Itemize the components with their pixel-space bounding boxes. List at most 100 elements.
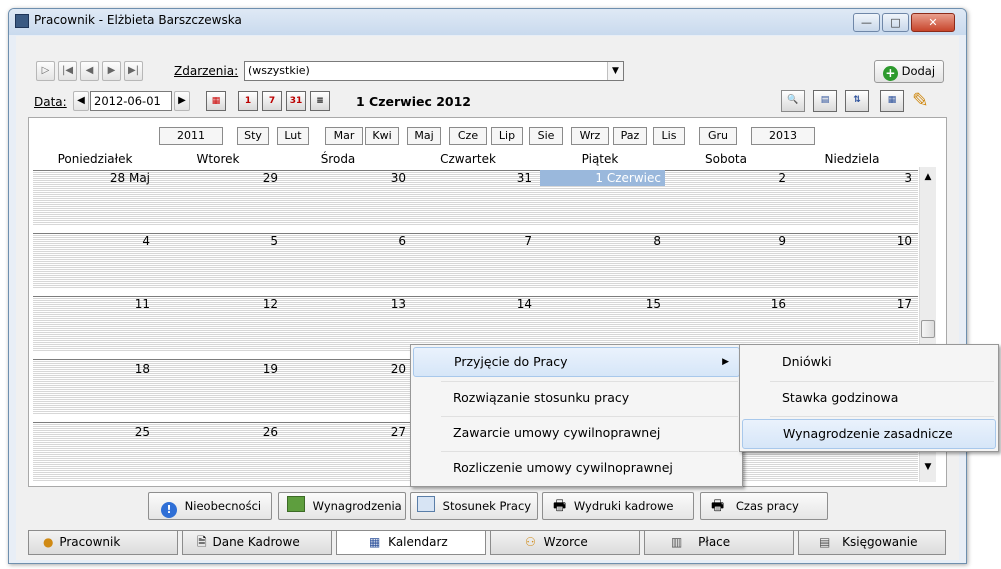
day-cell[interactable]: 11 <box>40 296 154 312</box>
day-cell-selected[interactable]: 1 Czerwiec <box>540 170 665 186</box>
day-cell[interactable]: 5 <box>160 233 282 249</box>
add-button[interactable]: + Dodaj <box>874 60 944 83</box>
month-jun-button[interactable]: Cze <box>449 127 487 145</box>
printer-icon: 🖶 <box>711 498 725 514</box>
events-select[interactable]: (wszystkie) ▼ <box>244 61 624 81</box>
search-icon[interactable]: 🔍 <box>781 90 805 112</box>
day-cell[interactable]: 2 <box>666 170 790 186</box>
new-record-icon[interactable]: ▷ <box>36 61 55 81</box>
day-cell[interactable]: 10 <box>792 233 916 249</box>
first-record-icon[interactable]: |◀ <box>58 61 77 81</box>
month-may-button[interactable]: Maj <box>407 127 441 145</box>
salaries-button[interactable]: Wynagrodzenia <box>278 492 406 520</box>
ledger-icon: ▤ <box>819 535 831 549</box>
hr-printouts-button[interactable]: 🖶 Wydruki kadrowe <box>542 492 694 520</box>
tab-ksiegowanie[interactable]: ▤ Księgowanie <box>798 531 946 555</box>
day-cell[interactable]: 18 <box>40 361 154 377</box>
day-cell[interactable]: 29 <box>160 170 282 186</box>
employment-button-label: Stosunek Pracy <box>442 499 532 513</box>
minimize-button[interactable]: — <box>853 13 880 32</box>
day-cell[interactable]: 15 <box>540 296 665 312</box>
day-cell[interactable]: 26 <box>160 424 282 440</box>
day-cell[interactable]: 12 <box>160 296 282 312</box>
people-icon: ⚇ <box>525 535 536 549</box>
month-apr-button[interactable]: Kwi <box>365 127 399 145</box>
day-cell[interactable]: 20 <box>288 361 410 377</box>
week-view-icon[interactable]: 7 <box>262 91 282 111</box>
maximize-button[interactable]: □ <box>882 13 909 32</box>
day-cell[interactable]: 6 <box>288 233 410 249</box>
employment-button[interactable]: Stosunek Pracy <box>410 492 538 520</box>
month-dec-button[interactable]: Gru <box>699 127 737 145</box>
chart-icon[interactable]: ▤ <box>813 90 837 112</box>
pencil-icon[interactable]: ✎ <box>912 88 936 112</box>
month-oct-button[interactable]: Paz <box>613 127 647 145</box>
absences-button[interactable]: ! Nieobecności <box>148 492 272 520</box>
money-icon <box>287 496 305 512</box>
menu-separator <box>770 416 994 417</box>
day-cell[interactable]: 3 <box>792 170 916 186</box>
tab-wzorce[interactable]: ⚇ Wzorce <box>490 531 640 555</box>
next-record-icon[interactable]: ▶ <box>102 61 121 81</box>
day-cell[interactable]: 17 <box>792 296 916 312</box>
day-cell[interactable]: 7 <box>414 233 536 249</box>
month-aug-button[interactable]: Sie <box>529 127 563 145</box>
work-time-button[interactable]: 🖶 Czas pracy <box>700 492 828 520</box>
month-mar-button[interactable]: Mar <box>325 127 363 145</box>
calendar-clear-icon[interactable]: ▦ <box>206 91 226 111</box>
day-view-icon[interactable]: 1 <box>238 91 258 111</box>
month-view-icon[interactable]: 31 <box>286 91 306 111</box>
day-cell[interactable]: 4 <box>40 233 154 249</box>
submenu-item-daily[interactable]: Dniówki <box>742 347 996 377</box>
day-cell[interactable]: 14 <box>414 296 536 312</box>
tab-pracownik[interactable]: ● Pracownik <box>28 531 178 555</box>
printer-icon: 🖶 <box>553 498 567 514</box>
work-time-button-label: Czas pracy <box>735 499 799 513</box>
day-cell[interactable]: 8 <box>540 233 665 249</box>
day-cell[interactable]: 13 <box>288 296 410 312</box>
day-cell[interactable]: 25 <box>40 424 154 440</box>
tab-label: Płace <box>698 535 731 549</box>
close-button[interactable]: ✕ <box>911 13 955 32</box>
next-date-icon[interactable]: ▶ <box>174 91 190 111</box>
menu-item-hire[interactable]: Przyjęcie do Pracy ▶ <box>413 347 740 377</box>
month-jan-button[interactable]: Sty <box>237 127 269 145</box>
menu-item-civil-settlement[interactable]: Rozliczenie umowy cywilnoprawnej <box>413 453 740 483</box>
prev-date-icon[interactable]: ◀ <box>73 91 89 111</box>
day-cell[interactable]: 16 <box>666 296 790 312</box>
menu-item-label: Rozwiązanie stosunku pracy <box>453 390 630 405</box>
month-sep-button[interactable]: Wrz <box>571 127 609 145</box>
list-view-icon[interactable]: ≡ <box>310 91 330 111</box>
scroll-down-icon[interactable]: ▼ <box>921 462 935 478</box>
day-cell[interactable]: 19 <box>160 361 282 377</box>
year-prev-button[interactable]: 2011 <box>159 127 223 145</box>
scroll-thumb[interactable] <box>921 320 935 338</box>
menu-item-label: Dniówki <box>782 354 832 369</box>
day-cell[interactable]: 27 <box>288 424 410 440</box>
submenu-item-base-salary[interactable]: Wynagrodzenie zasadnicze <box>742 419 996 449</box>
menu-item-civil-contract[interactable]: Zawarcie umowy cywilnoprawnej <box>413 418 740 448</box>
scroll-up-icon[interactable]: ▲ <box>921 172 935 188</box>
day-cell[interactable]: 31 <box>414 170 536 186</box>
month-feb-button[interactable]: Lut <box>277 127 309 145</box>
year-next-button[interactable]: 2013 <box>751 127 815 145</box>
calendar-icon[interactable]: ▦ <box>880 90 904 112</box>
tab-label: Kalendarz <box>388 535 448 549</box>
date-input[interactable]: 2012-06-01 <box>90 91 172 111</box>
month-jul-button[interactable]: Lip <box>491 127 523 145</box>
prev-record-icon[interactable]: ◀ <box>80 61 99 81</box>
menu-separator <box>770 381 994 382</box>
day-cell[interactable]: 30 <box>288 170 410 186</box>
export-icon[interactable]: ⇅ <box>845 90 869 112</box>
tab-dane-kadrowe[interactable]: 🗎 Dane Kadrowe <box>182 531 332 555</box>
day-cell[interactable]: 28 Maj <box>40 170 154 186</box>
month-nov-button[interactable]: Lis <box>653 127 685 145</box>
day-cell[interactable]: 9 <box>666 233 790 249</box>
submenu-item-hourly[interactable]: Stawka godzinowa <box>742 383 996 413</box>
context-menu: Przyjęcie do Pracy ▶ Rozwiązanie stosunk… <box>410 344 743 487</box>
last-record-icon[interactable]: ▶| <box>124 61 143 81</box>
tab-kalendarz[interactable]: ▦ Kalendarz <box>336 531 486 555</box>
chevron-down-icon[interactable]: ▼ <box>607 62 623 80</box>
tab-place[interactable]: ▥ Płace <box>644 531 794 555</box>
menu-item-terminate[interactable]: Rozwiązanie stosunku pracy <box>413 383 740 413</box>
